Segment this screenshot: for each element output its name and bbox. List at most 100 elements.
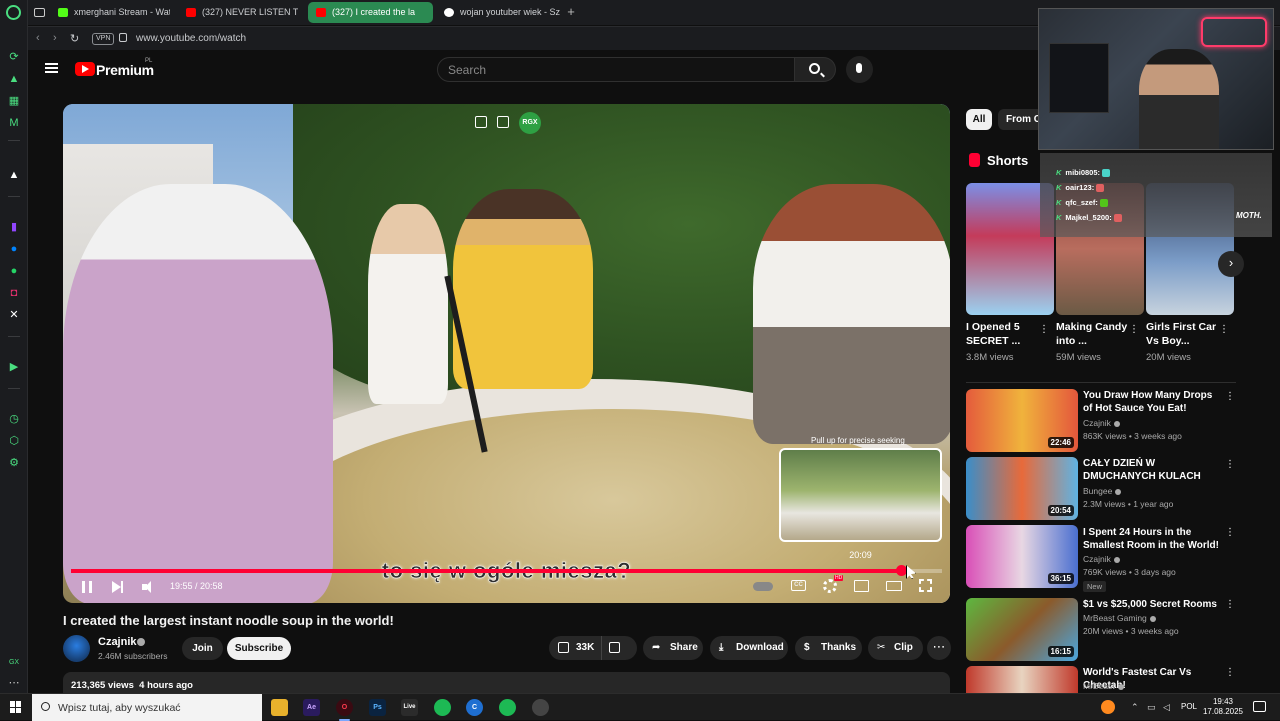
shorts-next-button[interactable]: ›: [1218, 251, 1244, 277]
youtube-brand[interactable]: Premium: [96, 62, 154, 78]
menu-icon[interactable]: [45, 63, 58, 73]
notifications-icon[interactable]: [1253, 701, 1266, 712]
video-menu-icon[interactable]: ⋮: [1225, 459, 1235, 470]
miniplayer-button[interactable]: [854, 580, 869, 592]
extension-badge[interactable]: RGX: [519, 112, 541, 134]
volume-button[interactable]: [142, 580, 156, 594]
messenger-m-icon[interactable]: M: [7, 116, 21, 130]
player-icon[interactable]: ▶: [7, 360, 21, 374]
short-menu-icon[interactable]: ⋮: [1039, 324, 1049, 336]
pause-button[interactable]: [80, 580, 94, 594]
snap-icon[interactable]: [497, 116, 509, 128]
video-channel[interactable]: MrBeast Gaming: [1083, 613, 1156, 623]
video-menu-icon[interactable]: ⋮: [1225, 527, 1235, 538]
video-channel[interactable]: Bungee: [1083, 486, 1122, 496]
video-thumbnail[interactable]: 22:46: [966, 389, 1078, 452]
new-tab-button[interactable]: +: [564, 4, 578, 20]
video-menu-icon[interactable]: ⋮: [1225, 599, 1235, 610]
folder-icon[interactable]: [271, 699, 288, 716]
filter-chip-from-channel[interactable]: From Czajnik: [998, 109, 1043, 130]
x-twitter-icon[interactable]: ✕: [7, 308, 21, 322]
video-thumbnail[interactable]: 36:15: [966, 525, 1078, 588]
subscribe-button[interactable]: Subscribe: [227, 637, 291, 660]
aria-icon[interactable]: ▲: [7, 168, 21, 182]
flow-icon[interactable]: ▦: [7, 94, 21, 108]
clock[interactable]: 19:43 17.08.2025: [1198, 697, 1248, 717]
url-field[interactable]: www.youtube.com/watch: [136, 33, 246, 44]
share-button[interactable]: ➦ Share: [643, 636, 703, 660]
gx-icon[interactable]: GX: [7, 656, 21, 670]
youtube-logo-icon[interactable]: [75, 62, 95, 76]
speed-dial-icon[interactable]: ⟳: [7, 50, 21, 64]
tray-chevron-icon[interactable]: ⌃: [1131, 702, 1139, 713]
language-indicator[interactable]: POL: [1181, 702, 1197, 711]
progress-scrubber-handle[interactable]: [896, 565, 908, 576]
vpn-badge[interactable]: VPN: [92, 33, 115, 45]
video-menu-icon[interactable]: ⋮: [1225, 391, 1235, 402]
ccleaner-icon[interactable]: C: [466, 699, 483, 716]
voice-search-button[interactable]: [846, 56, 873, 83]
search-button[interactable]: [795, 57, 836, 82]
download-button[interactable]: ⤓ Download: [710, 636, 788, 660]
short-menu-icon[interactable]: ⋮: [1219, 324, 1229, 336]
after-effects-icon[interactable]: Ae: [303, 699, 320, 716]
weather-icon[interactable]: [1101, 700, 1115, 714]
join-button[interactable]: Join: [182, 637, 223, 660]
clip-button[interactable]: ✂ Clip: [868, 636, 923, 660]
like-button[interactable]: 33K: [549, 636, 602, 660]
spotify-icon[interactable]: [499, 699, 516, 716]
messenger-icon[interactable]: ●: [7, 242, 21, 256]
settings-gear-icon[interactable]: ⚙: [7, 456, 21, 470]
video-channel[interactable]: Czajnik: [1083, 418, 1120, 428]
history-icon[interactable]: ◷: [7, 412, 21, 426]
instagram-icon[interactable]: ◘: [7, 286, 21, 300]
forward-arrow-icon[interactable]: ›: [53, 32, 57, 44]
volume-icon[interactable]: ◁: [1163, 702, 1170, 713]
short-title[interactable]: I Opened 5 SECRET ...: [966, 320, 1038, 348]
whatsapp-icon[interactable]: ●: [7, 264, 21, 278]
twitch-icon[interactable]: ▮: [7, 220, 21, 234]
next-video-button[interactable]: [111, 580, 125, 594]
search-input[interactable]: [448, 62, 778, 78]
channel-avatar[interactable]: [63, 635, 90, 662]
video-title-link[interactable]: $1 vs $25,000 Secret Rooms: [1083, 598, 1223, 611]
photoshop-icon[interactable]: Ps: [369, 699, 386, 716]
tab-youtube-never-listen[interactable]: (327) NEVER LISTEN TO: [178, 2, 298, 23]
thanks-button[interactable]: $ Thanks: [795, 636, 862, 660]
autoplay-toggle[interactable]: [753, 582, 773, 591]
network-icon[interactable]: ▭: [1147, 702, 1156, 713]
back-arrow-icon[interactable]: ‹: [36, 32, 40, 44]
windows-start-icon[interactable]: [10, 701, 22, 713]
filter-chip-all[interactable]: All: [966, 109, 992, 130]
workspaces-icon[interactable]: [28, 2, 48, 23]
video-channel[interactable]: Czajnik: [1083, 554, 1120, 564]
taskbar-search-input[interactable]: [58, 700, 258, 715]
video-thumbnail[interactable]: 16:15: [966, 598, 1078, 661]
lock-icon[interactable]: [119, 33, 127, 42]
tab-youtube-active[interactable]: (327) I created the la: [308, 2, 433, 23]
opera-logo-icon[interactable]: [6, 5, 21, 20]
video-menu-icon[interactable]: ⋮: [1225, 667, 1235, 678]
app-icon[interactable]: [532, 699, 549, 716]
spotify-icon[interactable]: [434, 699, 451, 716]
settings-gear-icon[interactable]: [823, 579, 837, 593]
video-thumbnail[interactable]: [966, 666, 1078, 693]
channel-name[interactable]: Czajnik: [98, 636, 137, 648]
video-title-link[interactable]: I Spent 24 Hours in the Smallest Room in…: [1083, 526, 1223, 552]
bookmarks-icon[interactable]: ▲: [7, 72, 21, 86]
live-icon[interactable]: Live: [401, 699, 418, 716]
short-title[interactable]: Girls First Car Vs Boy...: [1146, 320, 1218, 348]
more-options-icon[interactable]: ⋯: [7, 676, 21, 690]
picture-in-picture-icon[interactable]: [475, 116, 487, 128]
more-actions-button[interactable]: ⋯: [927, 636, 951, 660]
video-title-link[interactable]: You Draw How Many Drops of Hot Sauce You…: [1083, 389, 1223, 415]
fullscreen-button[interactable]: [919, 579, 932, 592]
extensions-icon[interactable]: ⬡: [7, 434, 21, 448]
opera-icon[interactable]: O: [336, 699, 353, 721]
short-title[interactable]: Making Candy into ...: [1056, 320, 1128, 348]
short-menu-icon[interactable]: ⋮: [1129, 324, 1139, 336]
video-player[interactable]: RGX Pull up for precise seeking 20:09 to…: [63, 104, 950, 603]
tab-google-search[interactable]: wojan youtuber wiek - Sz: [436, 2, 560, 23]
video-thumbnail[interactable]: 20:54: [966, 457, 1078, 520]
subtitles-button[interactable]: CC: [791, 580, 806, 591]
